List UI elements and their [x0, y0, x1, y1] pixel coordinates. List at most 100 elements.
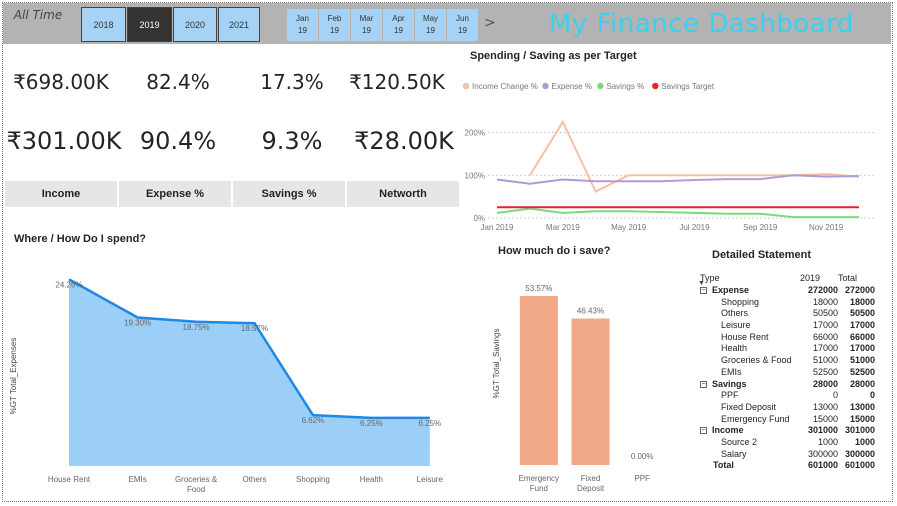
statement-label-cell: Total	[698, 460, 802, 472]
y-tick-label: 100%	[465, 171, 485, 180]
statement-year-cell: 0	[832, 390, 838, 401]
statement-label-cell: Emergency Fund	[698, 414, 802, 426]
statement-label-text: Others	[721, 308, 749, 319]
year-button-2021[interactable]: 2021	[218, 7, 260, 42]
year-button-2020[interactable]: 2020	[173, 7, 217, 42]
statement-col-year[interactable]: 2019	[800, 273, 838, 283]
statement-label-cell: − Savings	[698, 379, 802, 391]
savings-bar-chart[interactable]: %GT Total_Savings 53.57% EmergencyFund 46.4…	[488, 262, 693, 500]
statement-body: − Expense 272000 272000 Shopping 18000 18000 Ot…	[698, 285, 890, 472]
statement-year-cell: 17000	[812, 320, 838, 331]
statement-item-row: Shopping 18000 18000	[698, 297, 890, 309]
statement-total-row: Total 601000 601000	[698, 460, 890, 472]
statement-label-text: Salary	[721, 448, 747, 459]
statement-item-row: Salary 300000 300000	[698, 449, 890, 461]
statement-year-cell: 17000	[812, 343, 838, 354]
statement-total-cell: 28000	[849, 378, 875, 389]
statement-year-cell: 601000	[807, 460, 838, 471]
year-button-2018[interactable]: 2018	[81, 7, 126, 42]
statement-year-cell: 272000	[807, 285, 838, 295]
legend-label: Expense %	[552, 82, 592, 91]
month-button-jun[interactable]: Jun 19	[447, 9, 478, 41]
month-year: 19	[298, 26, 307, 35]
statement-item-row: Others 50500 50500	[698, 308, 890, 320]
statement-label-cell: Shopping	[698, 297, 802, 309]
line-chart-title: Spending / Saving as per Target	[470, 50, 637, 62]
month-button-jan[interactable]: Jan 19	[287, 9, 318, 41]
y-tick-label: 0%	[473, 214, 485, 223]
month-button-feb[interactable]: Feb 19	[319, 9, 350, 41]
x-tick-label: Mar 2019	[546, 223, 580, 232]
statement-label-text: Income	[712, 425, 744, 436]
statement-year-cell: 300000	[807, 448, 838, 459]
statement-col-total[interactable]: Total	[838, 273, 878, 283]
data-label: 6.62%	[302, 416, 325, 425]
month-name: Apr	[392, 14, 405, 23]
month-button-apr[interactable]: Apr 19	[383, 9, 414, 41]
statement-label-text: Health	[721, 343, 748, 354]
statement-year-cell: 50500	[812, 308, 838, 319]
statement-label-cell: − Income	[698, 425, 802, 437]
spending-saving-line-chart[interactable]: Income Change % Expense % Savings % Savings…	[460, 74, 890, 236]
statement-label-cell: Fixed Deposit	[698, 402, 802, 414]
data-label: 6.25%	[360, 419, 383, 428]
statement-label-cell: Source 2	[698, 437, 802, 449]
collapse-icon[interactable]: −	[700, 427, 707, 435]
statement-label-cell: Others	[698, 308, 802, 320]
legend-marker	[462, 82, 470, 90]
statement-year-cell: 28000	[812, 378, 838, 389]
x-category-label: Deposit	[577, 484, 605, 493]
collapse-icon[interactable]: −	[700, 380, 707, 388]
statement-year-cell: 52500	[812, 366, 838, 377]
collapse-icon[interactable]: −	[700, 287, 707, 295]
statement-header-row: Type 2019 Total	[698, 270, 890, 285]
kpi-label-networth: Networth	[347, 181, 459, 207]
all-time-slicer-label[interactable]: All Time	[13, 7, 63, 23]
statement-total-cell: 1000	[854, 436, 875, 447]
statement-year-cell: 13000	[812, 401, 838, 412]
data-label: 46.43%	[577, 307, 604, 316]
data-label: 0.00%	[631, 452, 654, 461]
month-button-mar[interactable]: Mar 19	[351, 9, 382, 41]
statement-year-cell: 66000	[812, 331, 838, 342]
data-label: 19.30%	[124, 319, 151, 328]
year-button-2019[interactable]: 2019	[127, 7, 172, 42]
month-name: May	[422, 14, 439, 23]
x-category-label: Shopping	[296, 475, 330, 484]
month-name: Feb	[327, 14, 342, 23]
spend-area-chart[interactable]: %GT Total_Expenses 24.26% House Rent 19.30%…	[4, 250, 474, 500]
statement-label-text: Groceries & Food	[721, 355, 792, 366]
statement-category-row[interactable]: − Income 301000 301000	[698, 425, 890, 437]
x-category-label: Emergency	[519, 474, 559, 483]
statement-col-type[interactable]: Type	[698, 273, 800, 283]
statement-label-cell: Salary	[698, 449, 802, 461]
data-label: 53.57%	[525, 284, 552, 293]
statement-label-text: House Rent	[721, 331, 769, 342]
detailed-statement-table: Type 2019 Total ▼ − Expense 272000 272000 Sh…	[698, 270, 890, 472]
kpi-income-value: ₹698.00K	[13, 70, 109, 94]
y-axis-label: %GT Total_Savings	[492, 329, 501, 399]
legend-label: Savings %	[606, 82, 644, 91]
sort-down-icon[interactable]: ▼	[698, 280, 705, 287]
statement-total-cell: 51000	[849, 355, 875, 366]
month-button-may[interactable]: May 19	[415, 9, 446, 41]
statement-label-cell: − Expense	[698, 285, 802, 297]
x-category-label: Others	[242, 475, 266, 484]
statement-label-text: Expense	[712, 285, 750, 295]
statement-year-cell: 18000	[812, 296, 838, 307]
month-year: 19	[426, 26, 435, 35]
statement-item-row: Groceries & Food 51000 51000	[698, 355, 890, 367]
month-year: 19	[458, 26, 467, 35]
data-label: 6.25%	[418, 419, 441, 428]
statement-category-row[interactable]: − Savings 28000 28000	[698, 379, 890, 391]
area-chart-title: Where / How Do I spend?	[14, 233, 147, 245]
x-category-label: PPF	[634, 474, 650, 483]
statement-year-cell: 301000	[807, 425, 838, 436]
statement-item-row: Source 2 1000 1000	[698, 437, 890, 449]
month-year: 19	[330, 26, 339, 35]
x-category-label: EMIs	[129, 475, 147, 484]
chevron-right-icon[interactable]: >	[484, 15, 496, 31]
bar	[519, 295, 558, 465]
kpi-networth-value: ₹120.50K	[349, 70, 445, 94]
statement-category-row[interactable]: − Expense 272000 272000	[698, 285, 890, 297]
